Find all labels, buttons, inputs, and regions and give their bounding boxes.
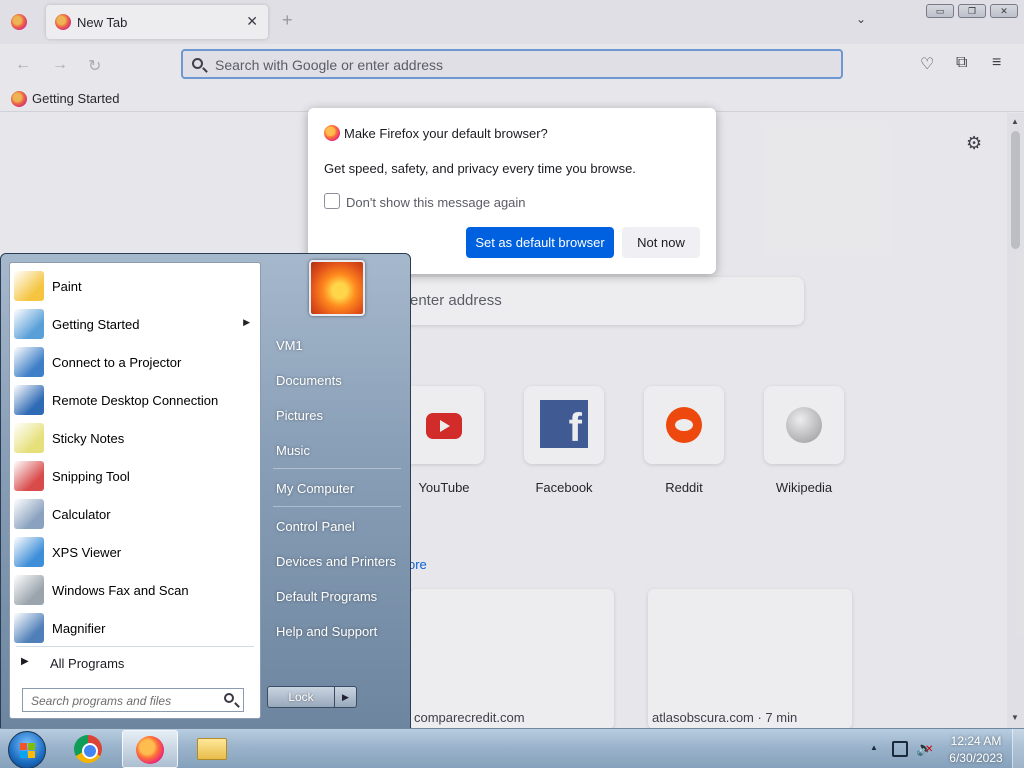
program-remote-desktop-connection[interactable]: Remote Desktop Connection — [10, 381, 260, 419]
firefox-icon — [136, 736, 164, 764]
default-browser-dialog: Make Firefox your default browser? Get s… — [308, 108, 716, 274]
program-label: Snipping Tool — [52, 469, 130, 484]
snipping-tool-icon — [14, 461, 44, 491]
windows-logo-icon — [20, 743, 27, 750]
calculator-icon — [14, 499, 44, 529]
start-item-devices-printers[interactable]: Devices and Printers — [269, 548, 401, 574]
remote-desktop-icon — [14, 385, 44, 415]
program-label: Magnifier — [52, 621, 106, 636]
start-item-label: VM1 — [276, 338, 303, 353]
clock-date[interactable]: 6/30/2023 — [944, 751, 1008, 765]
system-tray: ▲ 🔈 ✕ 12:24 AM 6/30/2023 — [866, 729, 1024, 768]
start-item-vm1[interactable]: VM1 — [269, 332, 401, 358]
fax-scan-icon — [14, 575, 44, 605]
xps-viewer-icon — [14, 537, 44, 567]
projector-icon — [14, 347, 44, 377]
start-item-pictures[interactable]: Pictures — [269, 402, 401, 428]
mute-icon: ✕ — [925, 744, 934, 755]
start-item-label: My Computer — [276, 481, 355, 496]
program-windows-fax-and-scan[interactable]: Windows Fax and Scan — [10, 571, 260, 609]
sticky-notes-icon — [14, 423, 44, 453]
program-label: Calculator — [52, 507, 111, 522]
start-item-help-support[interactable]: Help and Support — [269, 618, 401, 644]
program-label: Getting Started — [52, 317, 140, 332]
all-programs-label: All Programs — [50, 656, 125, 671]
taskbar-firefox[interactable] — [122, 730, 178, 768]
start-item-documents[interactable]: Documents — [269, 367, 401, 393]
start-menu: Paint Getting Started ▶ Connect to a Projec… — [0, 253, 411, 729]
start-button[interactable] — [8, 731, 46, 768]
program-connect-to-a-projector[interactable]: Connect to a Projector — [10, 343, 260, 381]
submenu-arrow-icon: ▶ — [243, 317, 250, 327]
program-label: Connect to a Projector — [52, 355, 182, 370]
start-item-label: Help and Support — [276, 624, 378, 639]
all-programs-item[interactable]: ▶ All Programs — [10, 650, 260, 674]
windows-logo-icon — [28, 751, 35, 758]
not-now-button[interactable]: Not now — [622, 227, 700, 258]
program-getting-started[interactable]: Getting Started ▶ — [10, 305, 260, 343]
program-paint[interactable]: Paint — [10, 267, 260, 305]
programs-divider — [16, 646, 254, 647]
taskbar-chrome[interactable] — [60, 730, 116, 768]
set-default-browser-button[interactable]: Set as default browser — [466, 227, 614, 258]
start-right-divider — [273, 468, 401, 469]
start-search-input[interactable]: Search programs and files — [22, 688, 244, 712]
start-item-music[interactable]: Music — [269, 437, 401, 463]
program-label: Windows Fax and Scan — [52, 583, 189, 598]
show-desktop-button[interactable] — [1012, 729, 1024, 768]
network-icon[interactable] — [892, 741, 908, 757]
program-label: Paint — [52, 279, 82, 294]
program-label: Remote Desktop Connection — [52, 393, 219, 408]
start-item-label: Music — [276, 443, 310, 458]
folder-icon — [197, 738, 227, 760]
start-item-label: Pictures — [276, 408, 323, 423]
program-label: Sticky Notes — [52, 431, 125, 446]
paint-icon — [14, 271, 44, 301]
start-item-label: Default Programs — [276, 589, 378, 604]
program-xps-viewer[interactable]: XPS Viewer — [10, 533, 260, 571]
magnifier-icon — [14, 613, 44, 643]
lock-button[interactable]: Lock — [267, 686, 335, 708]
program-label: XPS Viewer — [52, 545, 122, 560]
getting-started-icon — [14, 309, 44, 339]
start-item-my-computer[interactable]: My Computer — [269, 475, 401, 501]
start-item-label: Documents — [276, 373, 342, 388]
dont-show-again-checkbox[interactable] — [324, 193, 340, 209]
start-right-divider — [273, 506, 401, 507]
start-menu-programs-pane: Paint Getting Started ▶ Connect to a Projec… — [9, 262, 261, 719]
start-item-default-programs[interactable]: Default Programs — [269, 583, 401, 609]
program-snipping-tool[interactable]: Snipping Tool — [10, 457, 260, 495]
search-icon — [224, 693, 234, 703]
dialog-title: Make Firefox your default browser? — [344, 126, 548, 141]
shutdown-options-arrow-icon[interactable]: ▶ — [335, 686, 357, 708]
program-magnifier[interactable]: Magnifier — [10, 609, 260, 647]
firefox-logo-icon — [324, 125, 340, 141]
user-picture[interactable] — [309, 260, 365, 316]
windows-logo-icon — [28, 743, 35, 750]
start-search-placeholder: Search programs and files — [31, 694, 172, 708]
all-programs-arrow-icon: ▶ — [21, 656, 29, 667]
show-hidden-icons-icon[interactable]: ▲ — [870, 743, 878, 752]
start-item-control-panel[interactable]: Control Panel — [269, 513, 401, 539]
taskbar-explorer[interactable] — [184, 730, 240, 768]
windows-logo-icon — [20, 751, 27, 758]
dialog-body: Get speed, safety, and privacy every tim… — [324, 161, 636, 176]
program-sticky-notes[interactable]: Sticky Notes — [10, 419, 260, 457]
chrome-icon — [74, 735, 102, 763]
clock-time[interactable]: 12:24 AM — [944, 734, 1008, 748]
program-calculator[interactable]: Calculator — [10, 495, 260, 533]
dont-show-again-label[interactable]: Don't show this message again — [346, 195, 526, 210]
taskbar: ▲ 🔈 ✕ 12:24 AM 6/30/2023 — [0, 728, 1024, 768]
start-item-label: Devices and Printers — [276, 554, 396, 569]
start-item-label: Control Panel — [276, 519, 355, 534]
